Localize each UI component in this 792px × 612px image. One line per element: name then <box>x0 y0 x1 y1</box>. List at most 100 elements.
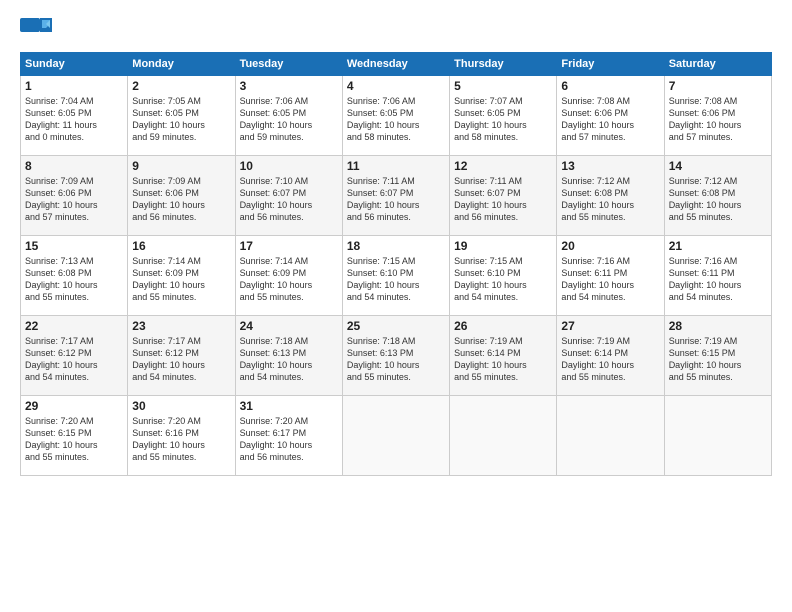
day-info: Sunrise: 7:15 AM Sunset: 6:10 PM Dayligh… <box>454 255 552 304</box>
day-info: Sunrise: 7:12 AM Sunset: 6:08 PM Dayligh… <box>561 175 659 224</box>
day-info: Sunrise: 7:08 AM Sunset: 6:06 PM Dayligh… <box>561 95 659 144</box>
calendar-cell: 26 Sunrise: 7:19 AM Sunset: 6:14 PM Dayli… <box>450 316 557 396</box>
calendar-cell: 12 Sunrise: 7:11 AM Sunset: 6:07 PM Dayli… <box>450 156 557 236</box>
calendar-cell: 1 Sunrise: 7:04 AM Sunset: 6:05 PM Daylig… <box>21 76 128 156</box>
logo <box>20 18 54 44</box>
day-number: 17 <box>240 239 338 253</box>
calendar-cell: 6 Sunrise: 7:08 AM Sunset: 6:06 PM Daylig… <box>557 76 664 156</box>
calendar-cell: 5 Sunrise: 7:07 AM Sunset: 6:05 PM Daylig… <box>450 76 557 156</box>
day-info: Sunrise: 7:17 AM Sunset: 6:12 PM Dayligh… <box>25 335 123 384</box>
day-info: Sunrise: 7:16 AM Sunset: 6:11 PM Dayligh… <box>669 255 767 304</box>
calendar-cell: 10 Sunrise: 7:10 AM Sunset: 6:07 PM Dayli… <box>235 156 342 236</box>
day-number: 21 <box>669 239 767 253</box>
day-number: 12 <box>454 159 552 173</box>
day-number: 20 <box>561 239 659 253</box>
calendar-cell <box>450 396 557 476</box>
day-header-saturday: Saturday <box>664 53 771 76</box>
calendar-cell: 18 Sunrise: 7:15 AM Sunset: 6:10 PM Dayli… <box>342 236 449 316</box>
day-info: Sunrise: 7:09 AM Sunset: 6:06 PM Dayligh… <box>132 175 230 224</box>
day-number: 26 <box>454 319 552 333</box>
day-number: 24 <box>240 319 338 333</box>
day-info: Sunrise: 7:11 AM Sunset: 6:07 PM Dayligh… <box>347 175 445 224</box>
header <box>20 18 772 44</box>
day-number: 13 <box>561 159 659 173</box>
calendar-cell: 25Sunrise: 7:18 AM Sunset: 6:13 PM Dayli… <box>342 316 449 396</box>
day-number: 8 <box>25 159 123 173</box>
day-header-wednesday: Wednesday <box>342 53 449 76</box>
calendar-cell: 23 Sunrise: 7:17 AM Sunset: 6:12 PM Dayli… <box>128 316 235 396</box>
calendar-table: SundayMondayTuesdayWednesdayThursdayFrid… <box>20 52 772 476</box>
calendar-cell: 13 Sunrise: 7:12 AM Sunset: 6:08 PM Dayli… <box>557 156 664 236</box>
day-info: Sunrise: 7:11 AM Sunset: 6:07 PM Dayligh… <box>454 175 552 224</box>
calendar-week-row: 22 Sunrise: 7:17 AM Sunset: 6:12 PM Dayli… <box>21 316 772 396</box>
calendar-week-row: 29Sunrise: 7:20 AM Sunset: 6:15 PM Dayli… <box>21 396 772 476</box>
day-info: Sunrise: 7:13 AM Sunset: 6:08 PM Dayligh… <box>25 255 123 304</box>
calendar-week-row: 15Sunrise: 7:13 AM Sunset: 6:08 PM Dayli… <box>21 236 772 316</box>
calendar-cell: 28 Sunrise: 7:19 AM Sunset: 6:15 PM Dayli… <box>664 316 771 396</box>
day-info: Sunrise: 7:19 AM Sunset: 6:14 PM Dayligh… <box>561 335 659 384</box>
day-info: Sunrise: 7:04 AM Sunset: 6:05 PM Dayligh… <box>25 95 123 144</box>
calendar-cell: 8 Sunrise: 7:09 AM Sunset: 6:06 PM Daylig… <box>21 156 128 236</box>
day-info: Sunrise: 7:05 AM Sunset: 6:05 PM Dayligh… <box>132 95 230 144</box>
day-info: Sunrise: 7:08 AM Sunset: 6:06 PM Dayligh… <box>669 95 767 144</box>
day-info: Sunrise: 7:14 AM Sunset: 6:09 PM Dayligh… <box>132 255 230 304</box>
day-number: 16 <box>132 239 230 253</box>
calendar-header-row: SundayMondayTuesdayWednesdayThursdayFrid… <box>21 53 772 76</box>
calendar-cell: 17 Sunrise: 7:14 AM Sunset: 6:09 PM Dayli… <box>235 236 342 316</box>
day-info: Sunrise: 7:10 AM Sunset: 6:07 PM Dayligh… <box>240 175 338 224</box>
calendar-cell: 21 Sunrise: 7:16 AM Sunset: 6:11 PM Dayli… <box>664 236 771 316</box>
calendar-cell: 4Sunrise: 7:06 AM Sunset: 6:05 PM Daylig… <box>342 76 449 156</box>
day-number: 3 <box>240 79 338 93</box>
calendar-cell: 31Sunrise: 7:20 AM Sunset: 6:17 PM Dayli… <box>235 396 342 476</box>
day-number: 9 <box>132 159 230 173</box>
calendar-cell <box>557 396 664 476</box>
day-header-thursday: Thursday <box>450 53 557 76</box>
day-header-sunday: Sunday <box>21 53 128 76</box>
day-number: 30 <box>132 399 230 413</box>
calendar-cell: 3 Sunrise: 7:06 AM Sunset: 6:05 PM Daylig… <box>235 76 342 156</box>
calendar-cell: 20Sunrise: 7:16 AM Sunset: 6:11 PM Dayli… <box>557 236 664 316</box>
day-number: 10 <box>240 159 338 173</box>
day-header-monday: Monday <box>128 53 235 76</box>
day-info: Sunrise: 7:12 AM Sunset: 6:08 PM Dayligh… <box>669 175 767 224</box>
calendar-week-row: 8 Sunrise: 7:09 AM Sunset: 6:06 PM Daylig… <box>21 156 772 236</box>
calendar-cell: 14 Sunrise: 7:12 AM Sunset: 6:08 PM Dayli… <box>664 156 771 236</box>
calendar-cell: 9 Sunrise: 7:09 AM Sunset: 6:06 PM Daylig… <box>128 156 235 236</box>
day-info: Sunrise: 7:15 AM Sunset: 6:10 PM Dayligh… <box>347 255 445 304</box>
day-info: Sunrise: 7:07 AM Sunset: 6:05 PM Dayligh… <box>454 95 552 144</box>
day-info: Sunrise: 7:20 AM Sunset: 6:16 PM Dayligh… <box>132 415 230 464</box>
day-number: 14 <box>669 159 767 173</box>
calendar-week-row: 1 Sunrise: 7:04 AM Sunset: 6:05 PM Daylig… <box>21 76 772 156</box>
day-number: 1 <box>25 79 123 93</box>
day-number: 6 <box>561 79 659 93</box>
day-number: 4 <box>347 79 445 93</box>
day-info: Sunrise: 7:09 AM Sunset: 6:06 PM Dayligh… <box>25 175 123 224</box>
day-info: Sunrise: 7:18 AM Sunset: 6:13 PM Dayligh… <box>347 335 445 384</box>
day-info: Sunrise: 7:18 AM Sunset: 6:13 PM Dayligh… <box>240 335 338 384</box>
calendar-cell: 16 Sunrise: 7:14 AM Sunset: 6:09 PM Dayli… <box>128 236 235 316</box>
calendar-cell: 24 Sunrise: 7:18 AM Sunset: 6:13 PM Dayli… <box>235 316 342 396</box>
day-info: Sunrise: 7:14 AM Sunset: 6:09 PM Dayligh… <box>240 255 338 304</box>
calendar-cell <box>342 396 449 476</box>
calendar-cell: 19Sunrise: 7:15 AM Sunset: 6:10 PM Dayli… <box>450 236 557 316</box>
day-info: Sunrise: 7:06 AM Sunset: 6:05 PM Dayligh… <box>240 95 338 144</box>
calendar-cell <box>664 396 771 476</box>
calendar-cell: 27Sunrise: 7:19 AM Sunset: 6:14 PM Dayli… <box>557 316 664 396</box>
calendar-cell: 7 Sunrise: 7:08 AM Sunset: 6:06 PM Daylig… <box>664 76 771 156</box>
day-info: Sunrise: 7:19 AM Sunset: 6:14 PM Dayligh… <box>454 335 552 384</box>
day-number: 2 <box>132 79 230 93</box>
day-number: 22 <box>25 319 123 333</box>
page: SundayMondayTuesdayWednesdayThursdayFrid… <box>0 0 792 612</box>
day-number: 28 <box>669 319 767 333</box>
day-number: 31 <box>240 399 338 413</box>
day-number: 18 <box>347 239 445 253</box>
day-number: 11 <box>347 159 445 173</box>
day-number: 5 <box>454 79 552 93</box>
calendar-cell: 30 Sunrise: 7:20 AM Sunset: 6:16 PM Dayli… <box>128 396 235 476</box>
day-info: Sunrise: 7:17 AM Sunset: 6:12 PM Dayligh… <box>132 335 230 384</box>
calendar-cell: 15Sunrise: 7:13 AM Sunset: 6:08 PM Dayli… <box>21 236 128 316</box>
day-info: Sunrise: 7:20 AM Sunset: 6:15 PM Dayligh… <box>25 415 123 464</box>
day-number: 23 <box>132 319 230 333</box>
day-number: 7 <box>669 79 767 93</box>
day-info: Sunrise: 7:19 AM Sunset: 6:15 PM Dayligh… <box>669 335 767 384</box>
